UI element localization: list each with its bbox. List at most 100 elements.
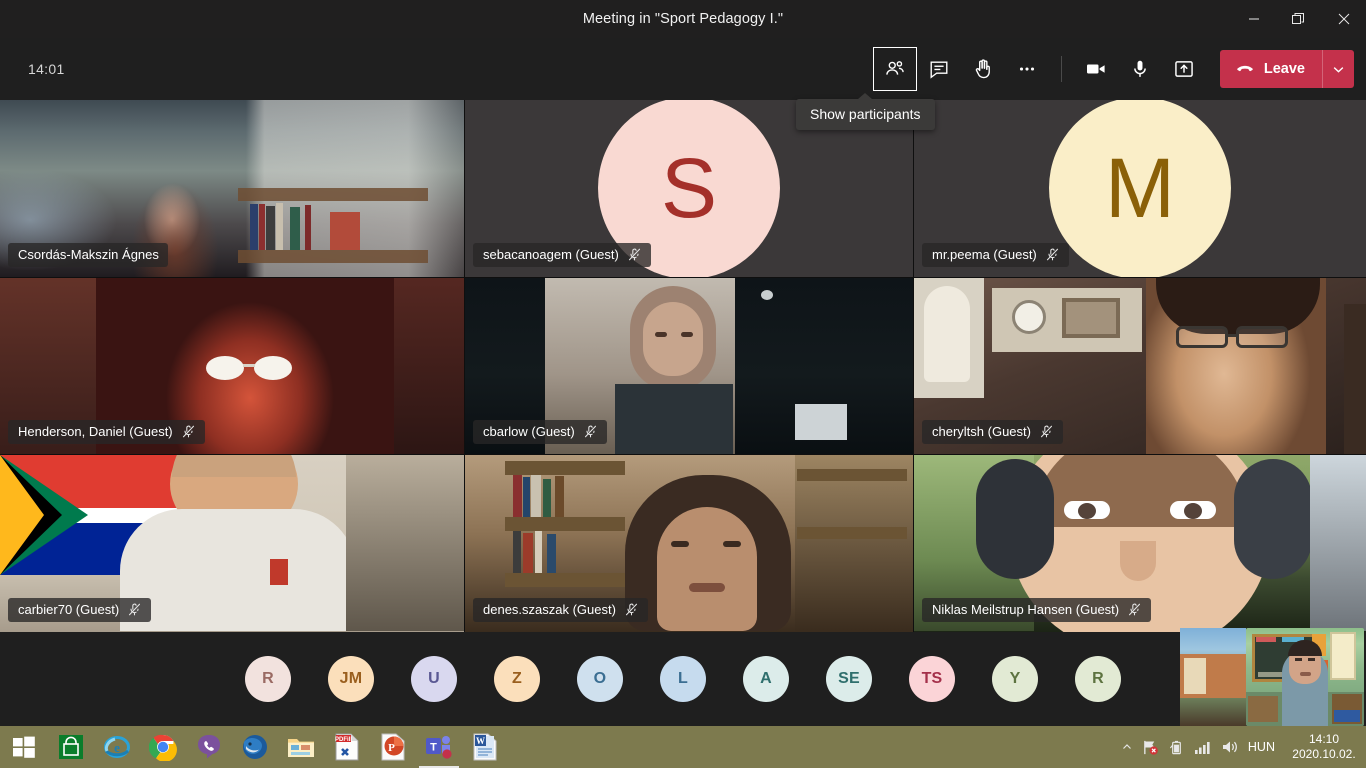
start-button[interactable]	[0, 726, 48, 768]
participant-name: cheryltsh (Guest)	[932, 424, 1031, 440]
taskbar-item-microsoft-store[interactable]	[48, 726, 94, 768]
avatar-initial: JM	[339, 670, 363, 687]
participant-name: Csordás-Makszin Ágnes	[18, 246, 159, 262]
battery-icon[interactable]	[1168, 739, 1185, 756]
raise-hand-button[interactable]	[961, 47, 1005, 91]
camera-button[interactable]	[1074, 47, 1118, 91]
more-actions-button[interactable]	[1005, 47, 1049, 91]
overflow-avatar[interactable]: TS	[909, 656, 955, 702]
video-tile[interactable]: Csordás-Makszin Ágnes	[0, 100, 464, 277]
participant-name: carbier70 (Guest)	[18, 602, 120, 617]
microphone-button[interactable]	[1118, 47, 1162, 91]
taskbar-item-viber[interactable]	[186, 726, 232, 768]
windows-logo-icon	[13, 736, 35, 758]
mic-muted-icon	[182, 425, 194, 438]
participant-name: Niklas Meilstrup Hansen (Guest)	[932, 602, 1120, 617]
participant-name: mr.peema (Guest)	[932, 246, 1037, 262]
participant-name: cbarlow (Guest)	[483, 424, 575, 440]
participant-name-chip: Henderson, Daniel (Guest)	[8, 420, 205, 445]
meeting-toolbar: 14:01 Leave	[0, 38, 1366, 100]
video-tile[interactable]: carbier70 (Guest)	[0, 455, 464, 632]
volume-icon[interactable]	[1221, 739, 1239, 755]
input-language-indicator[interactable]: HUN	[1248, 740, 1275, 754]
close-button[interactable]	[1321, 0, 1366, 38]
restore-button[interactable]	[1276, 0, 1321, 38]
overflow-avatar[interactable]: O	[577, 656, 623, 702]
participant-name-chip: cbarlow (Guest)	[473, 420, 607, 445]
system-tray: HUN 14:10 2020.10.02.	[1121, 726, 1366, 768]
overflow-avatar[interactable]: JM	[328, 656, 374, 702]
taskbar-item-internet-explorer[interactable]: e	[94, 726, 140, 768]
google-chrome-icon	[149, 734, 177, 761]
overflow-avatar[interactable]: R	[245, 656, 291, 702]
overflow-avatar[interactable]: SE	[826, 656, 872, 702]
taskbar-item-google-chrome[interactable]	[140, 726, 186, 768]
video-tile[interactable]: cbarlow (Guest)	[465, 277, 913, 455]
taskbar-item-thunderbird[interactable]	[232, 726, 278, 768]
toolbar-divider	[1060, 56, 1062, 82]
overflow-avatar[interactable]: Y	[992, 656, 1038, 702]
video-tile[interactable]: cheryltsh (Guest)	[914, 277, 1366, 455]
leave-options-chevron-down-icon[interactable]	[1322, 50, 1354, 88]
self-view-preview[interactable]	[1246, 628, 1364, 726]
show-hidden-icons-chevron-up-icon[interactable]	[1121, 741, 1133, 753]
hangup-icon	[1237, 65, 1253, 72]
security-alert-icon[interactable]	[1142, 739, 1159, 756]
taskbar-item-file-explorer[interactable]	[278, 726, 324, 768]
avatar-initial: O	[593, 670, 607, 687]
avatar-initial: A	[760, 670, 772, 687]
svg-text:T: T	[430, 742, 437, 754]
window-title: Meeting in "Sport Pedagogy I."	[582, 11, 784, 27]
avatar-initial: U	[428, 670, 440, 687]
show-conversation-button[interactable]	[917, 47, 961, 91]
video-tile[interactable]: M mr.peema (Guest)	[914, 100, 1366, 277]
video-tile[interactable]: Henderson, Daniel (Guest)	[0, 277, 464, 455]
overflow-avatar[interactable]: U	[411, 656, 457, 702]
leave-button-label: Leave	[1263, 61, 1305, 77]
powerpoint-icon: P	[381, 733, 405, 761]
taskbar-item-pdfill[interactable]: PDFill	[324, 726, 370, 768]
mic-muted-icon	[1046, 248, 1058, 261]
avatar-initial: S	[660, 141, 718, 236]
svg-text:P: P	[388, 742, 395, 754]
file-explorer-icon	[288, 739, 314, 757]
taskbar-item-powerpoint[interactable]: P	[370, 726, 416, 768]
minimize-button[interactable]	[1231, 0, 1276, 38]
svg-text:e: e	[114, 740, 120, 755]
participant-name-chip: mr.peema (Guest)	[922, 242, 1069, 267]
participant-name-chip: denes.szaszak (Guest)	[473, 598, 648, 622]
svg-text:W: W	[476, 736, 485, 746]
mic-muted-icon	[1040, 425, 1053, 438]
title-bar: Meeting in "Sport Pedagogy I."	[0, 0, 1366, 38]
video-tile[interactable]: Niklas Meilstrup Hansen (Guest)	[914, 455, 1366, 632]
microsoft-teams-icon: T	[426, 736, 452, 759]
participant-name-chip: Niklas Meilstrup Hansen (Guest)	[922, 598, 1152, 622]
network-signal-icon[interactable]	[1194, 739, 1212, 755]
mic-muted-icon	[584, 425, 596, 438]
video-tile[interactable]: denes.szaszak (Guest)	[465, 455, 913, 632]
mic-muted-icon	[625, 603, 637, 616]
taskbar-item-microsoft-teams[interactable]: T	[416, 726, 462, 768]
share-content-button[interactable]	[1162, 47, 1206, 91]
avatar-initial: SE	[838, 670, 860, 687]
participant-avatar: M	[1049, 100, 1231, 277]
avatar-initial: R	[262, 670, 274, 687]
participant-name-chip: Csordás-Makszin Ágnes	[8, 242, 168, 267]
overflow-participants-bar: R JM U Z O L A SE TS Y R	[0, 632, 1366, 726]
overflow-avatar[interactable]: A	[743, 656, 789, 702]
show-participants-button[interactable]	[872, 47, 917, 91]
clock-and-date[interactable]: 14:10 2020.10.02.	[1290, 732, 1358, 762]
svg-text:PDFill: PDFill	[335, 737, 352, 743]
participant-name: sebacanoagem (Guest)	[483, 246, 619, 262]
taskbar-item-word[interactable]: W	[462, 726, 508, 768]
mic-muted-icon	[129, 603, 141, 616]
overflow-avatar[interactable]: L	[660, 656, 706, 702]
avatar-initial: Z	[512, 670, 522, 687]
show-participants-tooltip: Show participants	[796, 93, 935, 130]
taskbar-clock: 14:10	[1308, 732, 1340, 746]
pdfill-icon: PDFill	[335, 733, 359, 761]
overflow-avatar[interactable]: R	[1075, 656, 1121, 702]
overflow-avatar[interactable]: Z	[494, 656, 540, 702]
leave-button[interactable]: Leave	[1220, 50, 1322, 88]
mic-muted-icon	[628, 248, 640, 261]
